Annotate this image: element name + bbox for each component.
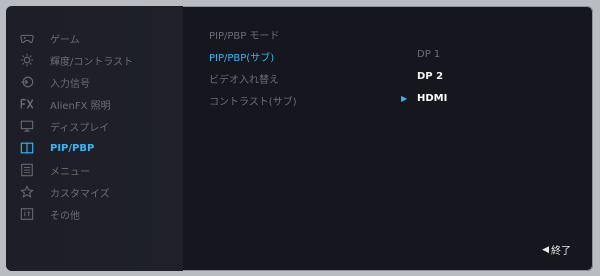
contrast-sub-row[interactable]: コントラスト(サブ) <box>209 93 297 108</box>
selection-arrow-icon: ▶ <box>401 94 408 103</box>
gamepad-icon <box>19 30 35 46</box>
sidebar-item-label: ディスプレイ <box>50 122 110 134</box>
sidebar: ゲーム 輝度/コントラスト 入力信号 AlienFX 照明 ディスプレイ PIP… <box>6 6 183 271</box>
sidebar-item-game[interactable]: ゲーム <box>6 27 183 49</box>
sidebar-item-customize[interactable]: カスタマイズ <box>6 181 183 203</box>
option-hdmi[interactable]: HDMI <box>417 93 447 104</box>
sidebar-item-label: メニュー <box>50 166 90 178</box>
sidebar-item-input[interactable]: 入力信号 <box>6 71 183 93</box>
sidebar-item-menu[interactable]: メニュー <box>6 159 183 181</box>
fx-icon <box>19 96 35 112</box>
brightness-icon <box>19 52 35 68</box>
sidebar-item-label: カスタマイズ <box>50 188 110 200</box>
osd-menu: ゲーム 輝度/コントラスト 入力信号 AlienFX 照明 ディスプレイ PIP… <box>6 6 593 271</box>
sidebar-item-brightness[interactable]: 輝度/コントラスト <box>6 49 183 71</box>
back-arrow-icon: ◀ <box>542 244 549 255</box>
pip-pbp-icon <box>19 140 35 156</box>
sidebar-item-others[interactable]: その他 <box>6 203 183 225</box>
option-dp1[interactable]: DP 1 <box>417 49 440 60</box>
exit-label: 終了 <box>551 246 571 257</box>
exit-button[interactable]: ◀ 終了 <box>542 242 571 258</box>
sidebar-item-alienfx[interactable]: AlienFX 照明 <box>6 93 183 115</box>
menu-icon <box>19 162 35 178</box>
sidebar-item-label: ゲーム <box>50 34 80 46</box>
sidebar-item-label: 入力信号 <box>50 78 90 90</box>
sidebar-item-pip-pbp[interactable]: PIP/PBP <box>6 137 183 159</box>
pip-pbp-mode-row[interactable]: PIP/PBP モード <box>209 27 279 42</box>
sidebar-item-display[interactable]: ディスプレイ <box>6 115 183 137</box>
sidebar-item-label: その他 <box>50 210 80 222</box>
monitor-icon <box>19 118 35 134</box>
option-dp2[interactable]: DP 2 <box>417 71 443 82</box>
sidebar-item-label: PIP/PBP <box>50 142 95 154</box>
video-swap-row[interactable]: ビデオ入れ替え <box>209 71 279 86</box>
info-icon <box>19 206 35 222</box>
input-source-icon <box>19 74 35 90</box>
pip-pbp-sub-row[interactable]: PIP/PBP(サブ) <box>209 49 274 64</box>
sidebar-item-label: 輝度/コントラスト <box>50 56 134 68</box>
star-icon <box>19 184 35 200</box>
submenu-panel: PIP/PBP モード PIP/PBP(サブ) ビデオ入れ替え コントラスト(サ… <box>183 6 593 271</box>
sidebar-item-label: AlienFX 照明 <box>50 100 111 112</box>
